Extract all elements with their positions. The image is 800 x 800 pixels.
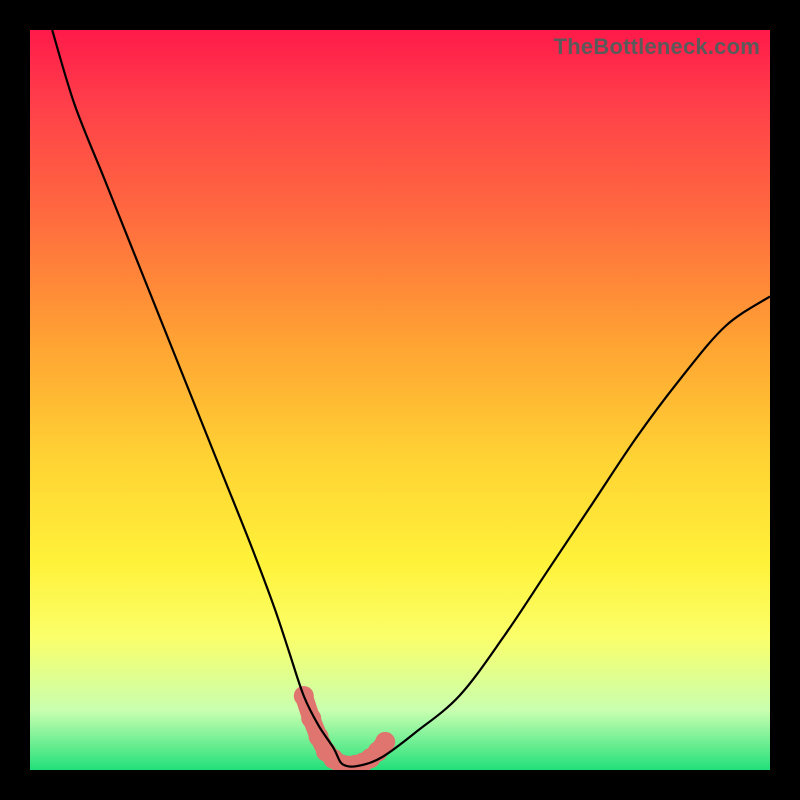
chart-plot-area: TheBottleneck.com bbox=[30, 30, 770, 770]
trough-marker-dot bbox=[375, 732, 395, 752]
bottleneck-curve bbox=[52, 30, 770, 767]
chart-svg bbox=[30, 30, 770, 770]
